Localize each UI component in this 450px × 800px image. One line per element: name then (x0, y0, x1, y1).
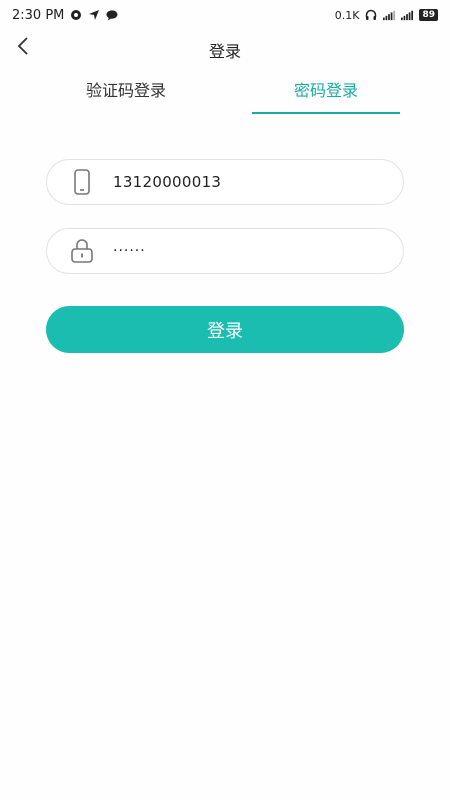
password-value[interactable]: ······ (113, 243, 146, 259)
phone-value[interactable]: 13120000013 (113, 173, 221, 191)
status-bar-right: 0.1K 89 (335, 9, 438, 22)
phone-field[interactable]: 13120000013 (46, 159, 404, 205)
login-screen: 2:30 PM 0.1K 89 登录 验证码登录 密码登录 1312000001… (0, 0, 450, 800)
password-field[interactable]: ······ (46, 228, 404, 274)
status-time: 2:30 PM (12, 7, 65, 23)
message-icon (106, 9, 118, 21)
battery-indicator: 89 (419, 9, 438, 21)
status-bar: 2:30 PM 0.1K 89 (0, 0, 450, 30)
net-speed: 0.1K (334, 8, 360, 22)
phone-icon (69, 169, 95, 195)
login-button[interactable]: 登录 (46, 306, 404, 353)
lock-icon (69, 238, 95, 264)
status-bar-left: 2:30 PM (12, 8, 118, 23)
signal-icon (383, 9, 396, 21)
tab-password-login[interactable]: 密码登录 (252, 74, 400, 114)
page-title: 登录 (208, 42, 241, 61)
login-mode-tabs: 验证码登录 密码登录 (0, 74, 450, 114)
top-bar: 登录 (0, 30, 450, 68)
location-arrow-icon (88, 9, 100, 21)
headphones-icon (365, 9, 377, 21)
tab-verification-code-login[interactable]: 验证码登录 (52, 74, 200, 114)
signal-icon-2 (401, 9, 414, 21)
notification-icon (70, 9, 82, 21)
